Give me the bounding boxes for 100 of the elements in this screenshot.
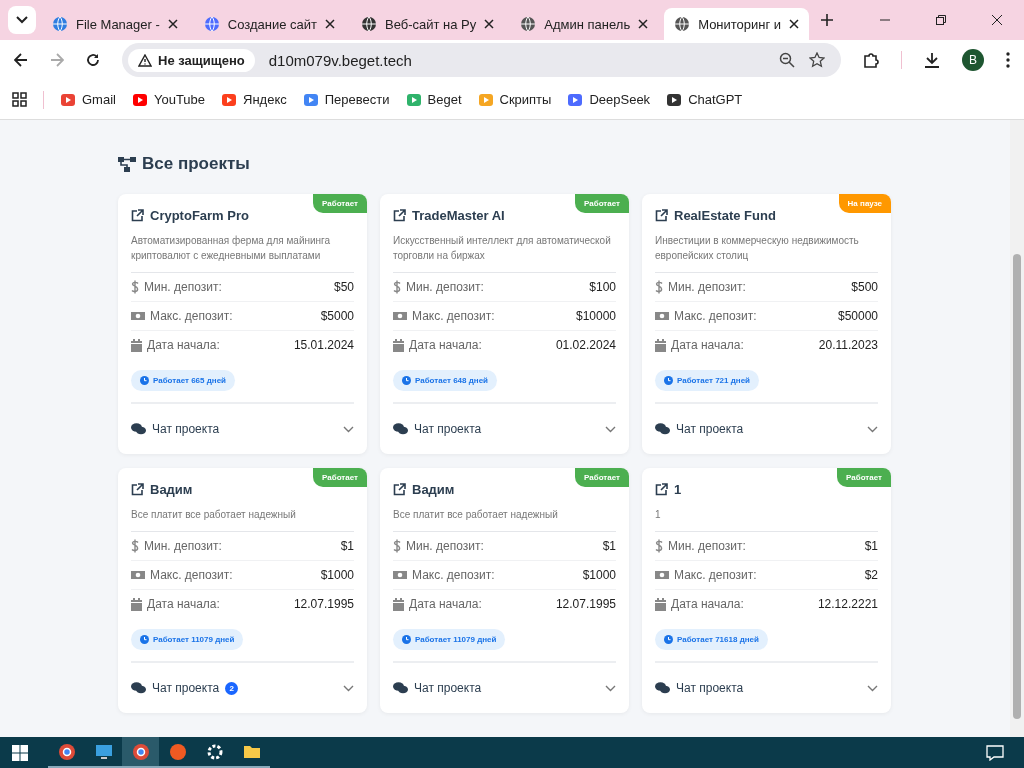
taskbar-app[interactable] (122, 737, 159, 768)
uptime-badge: Работает 11079 дней (131, 629, 244, 650)
project-title[interactable]: TradeMaster AI (412, 208, 505, 223)
chat-toggle[interactable]: Чат проекта (131, 404, 354, 454)
back-arrow-icon[interactable] (14, 53, 28, 67)
restore-icon[interactable] (936, 15, 946, 25)
project-description: 1 (655, 507, 878, 532)
bookmark-link[interactable]: ChatGPT (666, 91, 743, 108)
browser-tab[interactable]: Админ панель (510, 8, 659, 40)
chat-bubbles-icon (131, 682, 146, 694)
browser-tab[interactable]: Веб-сайт на Ру (351, 8, 505, 40)
project-title[interactable]: RealEstate Fund (674, 208, 776, 223)
stat-value: $1 (864, 539, 878, 553)
stat-value: $10000 (575, 309, 616, 323)
start-icon[interactable] (12, 744, 28, 761)
star-icon[interactable] (809, 52, 825, 68)
notification-icon[interactable] (986, 744, 1004, 761)
dollar-icon (131, 539, 139, 553)
unread-count-badge: 2 (225, 681, 239, 695)
address-bar[interactable]: Не защищено d10m079v.beget.tech (122, 43, 841, 77)
external-link-icon[interactable] (131, 483, 144, 496)
project-description: Все платит все работает надежный (393, 507, 616, 532)
stat-value: 12.07.1995 (293, 597, 354, 611)
stat-label: Мин. депозит: (668, 280, 747, 294)
caret-icon (16, 16, 28, 24)
stat-label: Дата начала: (671, 338, 745, 352)
project-title[interactable]: Вадим (412, 482, 455, 497)
stat-value: $500 (851, 280, 878, 294)
clock-icon (140, 376, 149, 385)
zoom-out-icon[interactable] (779, 52, 795, 68)
new-tab-plus-icon[interactable] (821, 14, 834, 26)
profile-avatar[interactable]: B (962, 49, 984, 71)
bookmark-link[interactable]: Яндекс (221, 91, 287, 108)
stat-value: $50000 (837, 309, 878, 323)
close-icon[interactable] (992, 15, 1002, 25)
stat-value: $1 (340, 539, 354, 553)
close-tab-icon[interactable] (789, 19, 800, 29)
calendar-icon (393, 338, 404, 352)
uptime-badge: Работает 71618 дней (655, 629, 768, 650)
banknote-icon (131, 311, 145, 321)
browser-icon (131, 742, 150, 761)
dollar-icon (393, 539, 401, 553)
bookmark-link[interactable]: Beget (405, 91, 462, 108)
stat-value: $2 (864, 568, 878, 582)
apps-grid-icon[interactable] (12, 92, 27, 107)
tab-search-button[interactable] (8, 6, 36, 34)
banknote-icon (393, 311, 407, 321)
stat-value: $1000 (320, 568, 354, 582)
chat-toggle[interactable]: Чат проекта 2 (131, 663, 354, 713)
bookmark-link[interactable]: Gmail (60, 91, 116, 108)
project-title[interactable]: Вадим (150, 482, 193, 497)
bookmark-link[interactable]: YouTube (131, 91, 206, 108)
stat-label: Мин. депозит: (406, 280, 485, 294)
bookmark-link[interactable]: Перевести (302, 91, 390, 108)
chat-bubbles-icon (393, 423, 408, 435)
project-title[interactable]: 1 (674, 482, 682, 497)
external-link-icon[interactable] (655, 209, 668, 222)
stat-value: 15.01.2024 (293, 338, 354, 352)
bookmark-link[interactable]: Скрипты (477, 91, 552, 108)
external-link-icon[interactable] (131, 209, 144, 222)
browser-tab[interactable]: Создание сайт (193, 8, 345, 40)
security-chip[interactable]: Не защищено (128, 48, 255, 72)
download-icon[interactable] (924, 52, 940, 68)
close-tab-icon[interactable] (325, 19, 335, 29)
bookmark-link[interactable]: DeepSeek (567, 91, 651, 108)
calendar-icon (131, 338, 142, 352)
chat-toggle[interactable]: Чат проекта (655, 404, 878, 454)
chevron-down-icon (867, 425, 878, 433)
banknote-icon (131, 570, 145, 580)
browser-tab[interactable]: Мониторинг и (664, 8, 810, 40)
close-tab-icon[interactable] (167, 19, 178, 29)
banknote-icon (393, 570, 407, 580)
chat-toggle[interactable]: Чат проекта (393, 404, 616, 454)
dollar-icon (131, 280, 139, 294)
external-link-icon[interactable] (393, 209, 406, 222)
browser-tab[interactable]: File Manager - (42, 8, 188, 40)
scrollbar[interactable] (1010, 120, 1024, 737)
close-tab-icon[interactable] (638, 19, 649, 29)
status-badge: На паузе (838, 194, 891, 213)
stat-label: Дата начала: (147, 338, 221, 352)
clock-icon (664, 376, 673, 385)
stat-label: Макс. депозит: (674, 309, 758, 323)
project-title[interactable]: CryptoFarm Pro (150, 208, 249, 223)
chat-toggle[interactable]: Чат проекта (393, 663, 616, 713)
close-tab-icon[interactable] (484, 19, 495, 29)
chevron-down-icon (343, 684, 354, 692)
menu-icon[interactable] (1006, 52, 1010, 68)
url-text: d10m079v.beget.tech (268, 51, 413, 69)
stat-label: Мин. депозит: (668, 539, 747, 553)
status-badge: Работает (575, 468, 629, 487)
puzzle-icon[interactable] (863, 52, 879, 68)
project-description: Инвестиции в коммерческую недвижимость европейских столиц (655, 233, 878, 273)
chat-bubbles-icon (655, 423, 670, 435)
chat-toggle[interactable]: Чат проекта (655, 663, 878, 713)
reload-icon[interactable] (86, 53, 100, 67)
external-link-icon[interactable] (393, 483, 406, 496)
external-link-icon[interactable] (655, 483, 668, 496)
network-icon (118, 156, 136, 172)
browser-icon (57, 742, 76, 761)
stat-value: 12.12.2221 (817, 597, 878, 611)
